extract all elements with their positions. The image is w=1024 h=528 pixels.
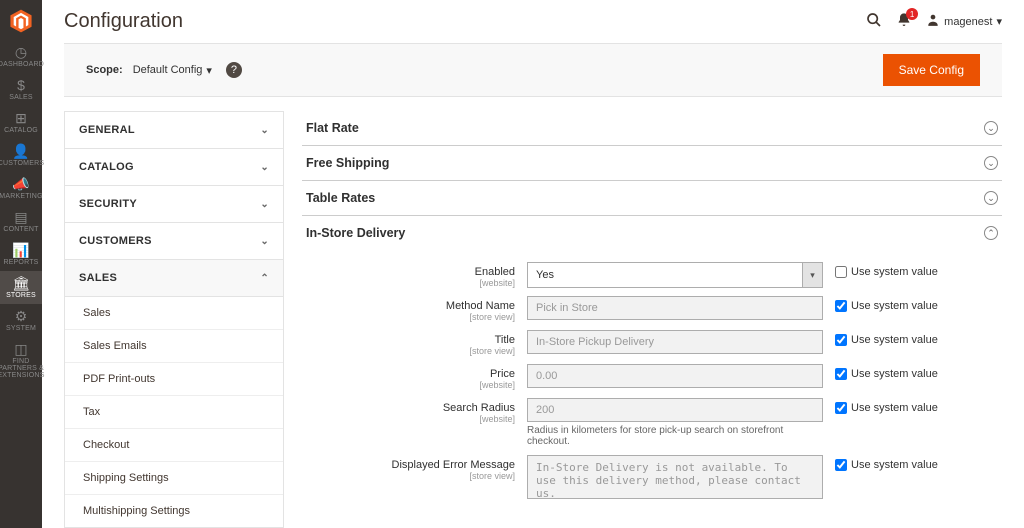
nav-catalog[interactable]: ⊞CATALOG (0, 106, 42, 139)
chevron-down-icon: ⌄ (260, 162, 269, 173)
notifications-icon[interactable]: 1 (896, 12, 912, 31)
building-icon: 🏛 (12, 276, 30, 290)
notification-badge: 1 (906, 8, 918, 20)
search-radius-input (527, 398, 823, 422)
nav-dashboard[interactable]: ◷DASHBOARD (0, 40, 42, 73)
expand-icon: ⌄ (984, 121, 998, 135)
sidebar-item-sales-emails[interactable]: Sales Emails (65, 330, 283, 363)
method-name-use-system[interactable]: Use system value (835, 296, 938, 312)
scope-bar: Scope: Default Config▾ ? Save Config (64, 43, 1002, 97)
nav-customers[interactable]: 👤CUSTOMERS (0, 139, 42, 172)
chevron-down-icon: ⌄ (260, 125, 269, 136)
sidebar-group-catalog[interactable]: CATALOG⌄ (65, 149, 283, 186)
error-message-textarea: In-Store Delivery is not available. To u… (527, 455, 823, 499)
collapse-icon: ⌃ (984, 226, 998, 240)
sidebar-group-general[interactable]: GENERAL⌄ (65, 112, 283, 149)
price-use-system[interactable]: Use system value (835, 364, 938, 380)
nav-stores[interactable]: 🏛STORES (0, 271, 42, 304)
field-search-radius: Search Radius[website] Radius in kilomet… (302, 394, 1002, 451)
account-menu[interactable]: magenest ▾ (926, 13, 1002, 30)
chevron-down-icon: ▾ (996, 15, 1002, 28)
sidebar-item-checkout[interactable]: Checkout (65, 429, 283, 462)
chevron-up-icon: ⌃ (260, 273, 269, 284)
sidebar-item-sales[interactable]: Sales (65, 297, 283, 330)
help-icon[interactable]: ? (226, 62, 242, 78)
nav-marketing[interactable]: 📣MARKETING (0, 172, 42, 205)
dollar-icon: $ (17, 78, 25, 92)
chart-icon: 📊 (12, 243, 29, 257)
person-icon: 👤 (12, 144, 29, 158)
sidebar-item-shipping-settings[interactable]: Shipping Settings (65, 462, 283, 495)
in-store-delivery-fields: Enabled[website] Yes▾ Use system value M… (302, 250, 1002, 520)
title-input (527, 330, 823, 354)
gear-icon: ⚙ (15, 309, 28, 323)
config-content: Flat Rate⌄ Free Shipping⌄ Table Rates⌄ I… (302, 111, 1002, 528)
nav-content[interactable]: ▤CONTENT (0, 205, 42, 238)
page-title: Configuration (64, 10, 183, 33)
chevron-down-icon: ▾ (802, 263, 822, 287)
search-radius-note: Radius in kilometers for store pick-up s… (527, 425, 823, 447)
partners-icon: ◫ (14, 342, 27, 356)
chevron-down-icon: ⌄ (260, 199, 269, 210)
magento-logo[interactable] (8, 8, 34, 34)
expand-icon: ⌄ (984, 156, 998, 170)
scope-selector[interactable]: Default Config▾ (133, 64, 212, 77)
main-area: Configuration 1 magenest ▾ Scope: Defaul… (42, 0, 1024, 528)
save-config-button[interactable]: Save Config (883, 54, 980, 86)
section-in-store-delivery[interactable]: In-Store Delivery⌃ (302, 216, 1002, 250)
megaphone-icon: 📣 (12, 177, 29, 191)
field-error-message: Displayed Error Message[store view] In-S… (302, 451, 1002, 506)
nav-system[interactable]: ⚙SYSTEM (0, 304, 42, 337)
search-radius-use-system[interactable]: Use system value (835, 398, 938, 414)
page-header: Configuration 1 magenest ▾ (42, 0, 1024, 37)
price-input (527, 364, 823, 388)
sidebar-group-security[interactable]: SECURITY⌄ (65, 186, 283, 223)
sidebar-item-pdf-printouts[interactable]: PDF Print-outs (65, 363, 283, 396)
nav-sales[interactable]: $SALES (0, 73, 42, 106)
admin-side-nav: ◷DASHBOARD $SALES ⊞CATALOG 👤CUSTOMERS 📣M… (0, 0, 42, 528)
enabled-use-system[interactable]: Use system value (835, 262, 938, 278)
expand-icon: ⌄ (984, 191, 998, 205)
chevron-down-icon: ▾ (206, 64, 212, 77)
section-table-rates[interactable]: Table Rates⌄ (302, 181, 1002, 216)
scope-label: Scope: (86, 64, 123, 76)
sidebar-item-multishipping[interactable]: Multishipping Settings (65, 495, 283, 528)
chevron-down-icon: ⌄ (260, 236, 269, 247)
method-name-input (527, 296, 823, 320)
user-icon (926, 13, 940, 30)
enabled-select[interactable]: Yes▾ (527, 262, 823, 288)
config-sidebar: GENERAL⌄ CATALOG⌄ SECURITY⌄ CUSTOMERS⌄ S… (64, 111, 284, 528)
search-icon[interactable] (866, 12, 882, 31)
grid-icon: ⊞ (15, 111, 27, 125)
gauge-icon: ◷ (15, 45, 27, 59)
layout-icon: ▤ (14, 210, 27, 224)
section-flat-rate[interactable]: Flat Rate⌄ (302, 111, 1002, 146)
username-label: magenest (944, 16, 992, 28)
title-use-system[interactable]: Use system value (835, 330, 938, 346)
field-title: Title[store view] Use system value (302, 326, 1002, 360)
field-method-name: Method Name[store view] Use system value (302, 292, 1002, 326)
sidebar-group-sales[interactable]: SALES⌃ (65, 260, 283, 297)
field-enabled: Enabled[website] Yes▾ Use system value (302, 258, 1002, 292)
section-free-shipping[interactable]: Free Shipping⌄ (302, 146, 1002, 181)
sidebar-item-tax[interactable]: Tax (65, 396, 283, 429)
field-price: Price[website] Use system value (302, 360, 1002, 394)
error-message-use-system[interactable]: Use system value (835, 455, 938, 471)
nav-partners[interactable]: ◫FIND PARTNERS & EXTENSIONS (0, 337, 42, 384)
sidebar-group-customers[interactable]: CUSTOMERS⌄ (65, 223, 283, 260)
nav-reports[interactable]: 📊REPORTS (0, 238, 42, 271)
